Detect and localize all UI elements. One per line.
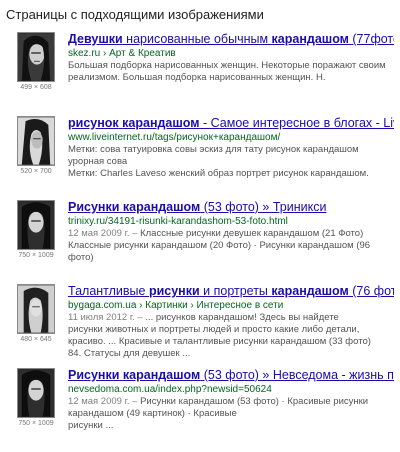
title-keyword: карандашом [271, 284, 349, 298]
url-breadcrumb: › Арт & Креатив [103, 48, 176, 59]
section-heading: Страницы с подходящими изображениями [6, 7, 264, 22]
result-title-link[interactable]: Талантливые рисунки и портреты карандашо… [68, 284, 394, 299]
result-body: Рисунки карандашом (53 фото) » Невседома… [66, 368, 394, 452]
title-text: (53 фото) » Триникси [200, 200, 327, 214]
snippet-line: 12 мая 2009 г. – Рисунки карандашом (53 … [68, 396, 394, 408]
snippet-line: Метки: сова татуировка совы эскиз для та… [68, 144, 359, 167]
portrait-sketch-image [18, 117, 54, 165]
result-url: www.liveinternet.ru/tags/рисунок+каранда… [68, 131, 394, 144]
result-snippet: Метки: сова татуировка совы эскиз для та… [68, 144, 394, 180]
title-keyword: Рисунки [68, 368, 120, 382]
result-thumbnail[interactable] [17, 284, 55, 334]
result-snippet: 11 июля 2012 г. – ... рисунков карандашо… [68, 312, 394, 360]
url-domain[interactable]: www.liveinternet.ru/tags/рисунок+каранда… [68, 132, 280, 143]
result-thumbnail[interactable] [17, 116, 55, 166]
result-item: 750 × 1009 Рисунки карандашом (53 фото) … [6, 368, 394, 452]
url-breadcrumb: › Картинки › Интересное в сети [139, 300, 284, 311]
url-domain[interactable]: skez.ru [68, 48, 100, 59]
result-thumbnail[interactable] [17, 32, 55, 82]
title-text: нарисованные обычным [122, 32, 272, 46]
snippet-text: ... рисунков карандашом! Здесь вы найдет… [142, 312, 339, 323]
result-url: bygaga.com.ua › Картинки › Интересное в … [68, 299, 394, 312]
snippet-line: красиво. ... Красивые и талантливые рису… [68, 336, 371, 347]
result-thumbnail[interactable] [17, 368, 55, 418]
title-text: и портреты [199, 284, 272, 298]
title-text: (76 фото) [352, 284, 394, 298]
title-text: Талантливые [68, 284, 149, 298]
snippet-line: Метки: Charles Laveso женский образ порт… [68, 168, 369, 179]
image-size: 499 × 608 [20, 84, 52, 91]
title-keyword: карандашом [122, 200, 201, 214]
snippet-line: 84. Статусы для девушек ... [68, 348, 191, 359]
title-text: (53 фото) » Невседома - жизнь полна ... [203, 368, 394, 382]
snippet-line: 12 мая 2009 г. – Классные рисунки девуше… [68, 228, 394, 240]
result-date: 11 июля 2012 г. – [68, 312, 143, 323]
snippet-line: рисунки ... [68, 420, 114, 431]
image-size: 520 × 700 [20, 168, 52, 175]
result-url: nevsedoma.com.ua/index.php?newsid=50624 [68, 383, 394, 396]
result-item: 750 × 1009 Рисунки карандашом (53 фото) … [6, 200, 394, 284]
result-item: 520 × 700 рисунок карандашом - Самое инт… [6, 116, 394, 200]
result-body: рисунок карандашом - Самое интересное в … [66, 116, 394, 200]
result-title-link[interactable]: Рисунки карандашом (53 фото) » Триникси [68, 200, 394, 215]
search-results-page: Страницы с подходящими изображениями 499… [0, 0, 400, 448]
result-item: 499 × 608 Девушки нарисованные обычным к… [6, 32, 394, 116]
snippet-text: Рисунки карандашом (53 фото) · Красивые … [137, 396, 369, 407]
snippet-line: рисунки животных и портреты людей и прос… [68, 324, 360, 335]
snippet-line: Большая подборка нарисованных женщин. Не… [68, 60, 386, 71]
result-title-link[interactable]: Рисунки карандашом (53 фото) » Невседома… [68, 368, 394, 383]
result-body: Рисунки карандашом (53 фото) » Триникси … [66, 200, 394, 284]
snippet-line: реализмом. Большая подборка нарисованных… [68, 72, 326, 83]
thumbnail-column: 750 × 1009 [6, 368, 66, 452]
thumbnail-column: 750 × 1009 [6, 200, 66, 284]
title-keyword: рисунки [148, 284, 200, 298]
url-domain[interactable]: nevsedoma.com.ua/index.php?newsid=50624 [68, 384, 272, 395]
result-url: skez.ru › Арт & Креатив [68, 47, 394, 60]
title-text: - Самое интересное в блогах - LiveIntern… [203, 116, 394, 130]
result-title-link[interactable]: Девушки нарисованные обычным карандашом … [68, 32, 394, 47]
result-date: 12 мая 2009 г. – [68, 228, 138, 239]
result-body: Талантливые рисунки и портреты карандашо… [66, 284, 394, 368]
result-date: 12 мая 2009 г. – [68, 396, 138, 407]
url-domain[interactable]: bygaga.com.ua [68, 300, 136, 311]
snippet-line: 11 июля 2012 г. – ... рисунков карандашо… [68, 312, 394, 324]
result-thumbnail[interactable] [17, 200, 55, 250]
result-snippet: Большая подборка нарисованных женщин. Не… [68, 60, 394, 84]
title-text: (77фото) » Skez.ru [352, 32, 394, 46]
result-url: trinixy.ru/34191-risunki-karandashom-53-… [68, 215, 394, 228]
snippet-line: карандашом (49 картинок) · Красивые [68, 408, 237, 419]
portrait-sketch-image [18, 33, 54, 81]
portrait-sketch-image [18, 369, 54, 417]
title-keyword: Девушки [68, 32, 123, 46]
snippet-line: Классные рисунки карандашом (20 Фото) · … [68, 240, 371, 251]
result-item: 480 × 645 Талантливые рисунки и портреты… [6, 284, 394, 368]
url-domain[interactable]: trinixy.ru/34191-risunki-karandashom-53-… [68, 216, 288, 227]
thumbnail-column: 480 × 645 [6, 284, 66, 368]
image-size: 480 × 645 [20, 336, 52, 343]
portrait-sketch-image [18, 201, 54, 249]
title-keyword: Рисунки [68, 200, 120, 214]
title-keyword: карандашом [122, 116, 200, 130]
portrait-sketch-image [18, 285, 54, 333]
title-keyword: карандашом [271, 32, 349, 46]
title-keyword: карандашом [122, 368, 201, 382]
thumbnail-column: 520 × 700 [6, 116, 66, 200]
snippet-line: фото) [68, 252, 94, 263]
result-body: Девушки нарисованные обычным карандашом … [66, 32, 394, 116]
result-snippet: 12 мая 2009 г. – Рисунки карандашом (53 … [68, 396, 394, 432]
thumbnail-column: 499 × 608 [6, 32, 66, 116]
result-title-link[interactable]: рисунок карандашом - Самое интересное в … [68, 116, 394, 131]
title-keyword: рисунок [68, 116, 119, 130]
snippet-text: Классные рисунки девушек карандашом (21 … [137, 228, 364, 239]
image-size: 750 × 1009 [18, 252, 54, 259]
image-size: 750 × 1009 [18, 420, 54, 427]
result-snippet: 12 мая 2009 г. – Классные рисунки девуше… [68, 228, 394, 264]
